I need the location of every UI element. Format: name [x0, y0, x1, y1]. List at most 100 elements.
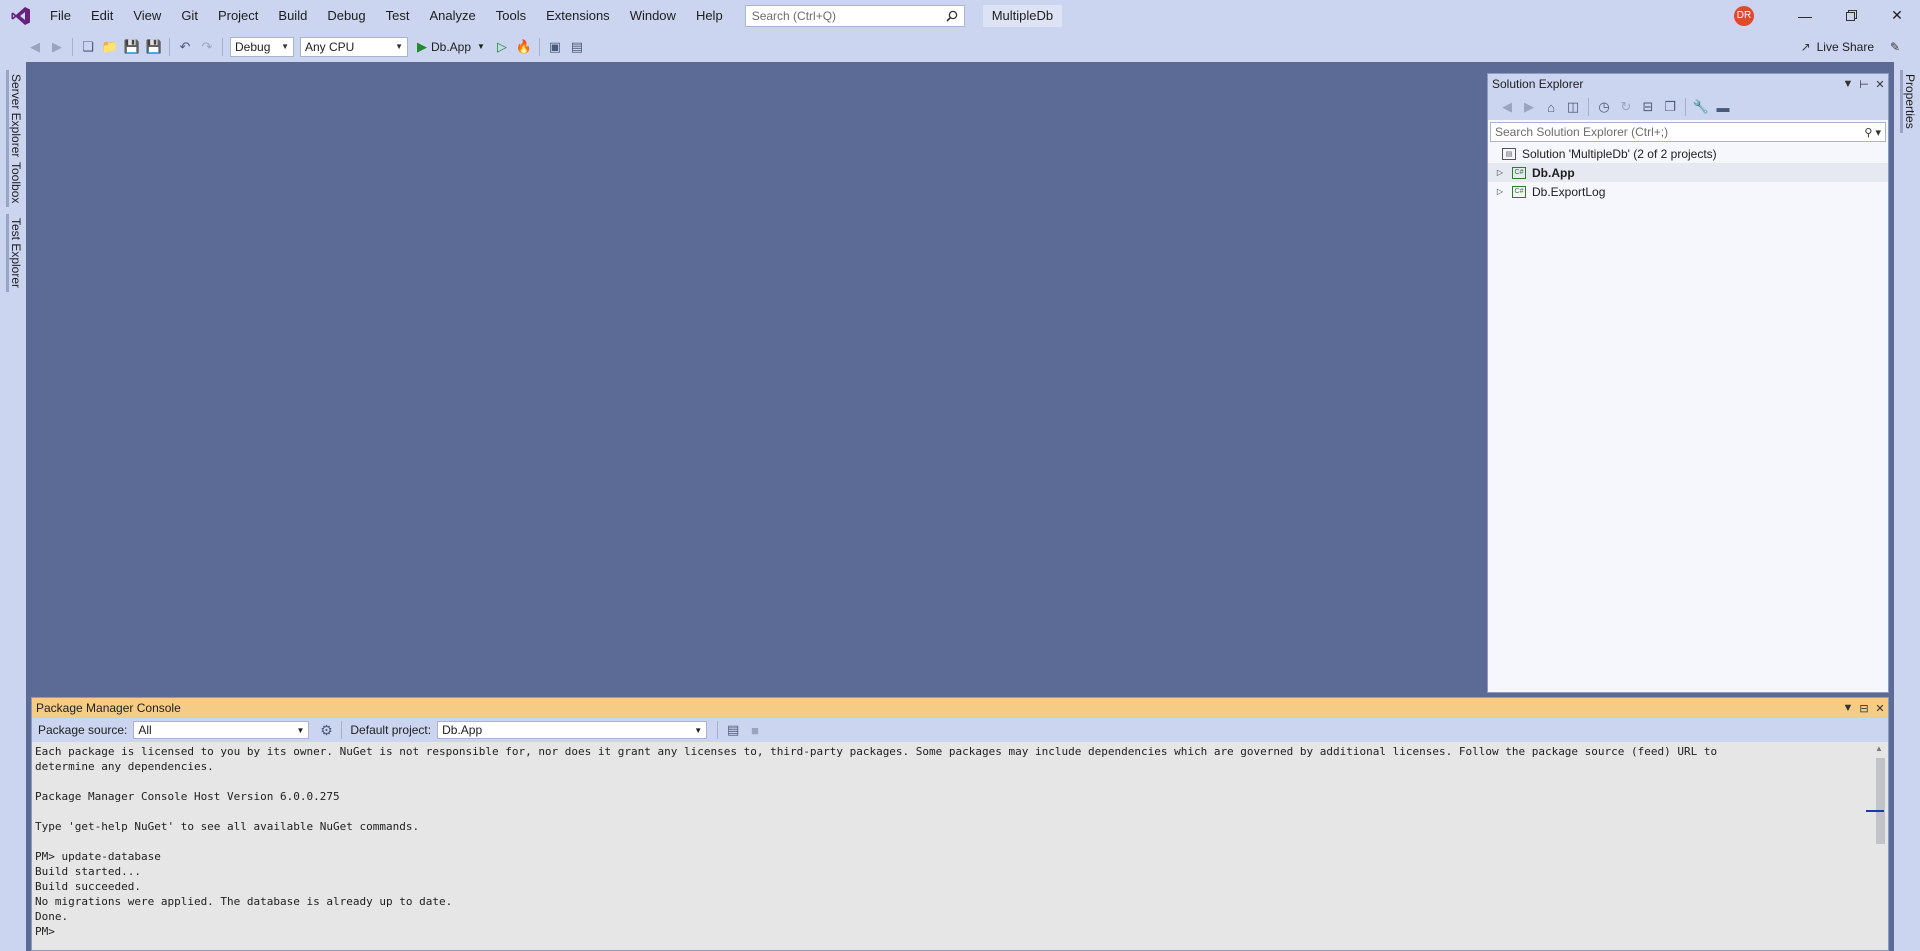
window-position-icon[interactable]: ▼: [1840, 78, 1856, 90]
package-manager-console-title: Package Manager Console: [36, 701, 181, 715]
undo-icon[interactable]: ↶: [174, 36, 196, 58]
chevron-down-icon: ▼: [296, 725, 305, 735]
close-icon[interactable]: ✕: [1872, 78, 1888, 91]
menu-item-project[interactable]: Project: [208, 0, 268, 31]
search-placeholder: Search (Ctrl+Q): [751, 8, 837, 23]
solution-platform-dropdown[interactable]: Any CPU ▼: [300, 36, 408, 57]
menu-item-extensions[interactable]: Extensions: [536, 0, 620, 31]
start-debugging-button[interactable]: ▶ Db.App ▼: [417, 39, 485, 55]
standard-toolbar: ◀ ▶ ❏ 📁 💾 💾 ↶ ↷ Debug ▼ Any CPU ▼ ▶ Db.A…: [0, 31, 1920, 62]
menu-item-analyze[interactable]: Analyze: [419, 0, 485, 31]
expand-arrow-icon[interactable]: ▷: [1494, 168, 1506, 177]
package-source-value: All: [138, 723, 152, 737]
back-icon[interactable]: ◀: [1496, 96, 1518, 118]
chevron-down-icon: ▼: [281, 42, 289, 51]
feedback-icon[interactable]: ✎: [1884, 36, 1906, 58]
chevron-down-icon: ▼: [694, 725, 703, 735]
package-source-dropdown[interactable]: All ▼: [133, 721, 310, 739]
user-avatar[interactable]: DR: [1734, 5, 1754, 26]
close-icon[interactable]: ✕: [1872, 702, 1888, 715]
search-input[interactable]: Search (Ctrl+Q): [744, 4, 965, 27]
home-icon[interactable]: ⌂: [1540, 96, 1562, 118]
server-explorer-tab[interactable]: Server Explorer: [6, 70, 23, 162]
toolbar-separator: [222, 37, 223, 56]
console-line: Done.: [35, 910, 69, 923]
menu-item-window[interactable]: Window: [620, 0, 686, 31]
menu-item-view[interactable]: View: [123, 0, 171, 31]
default-project-dropdown[interactable]: Db.App ▼: [437, 721, 708, 739]
scroll-up-icon[interactable]: ▲: [1875, 744, 1883, 753]
search-icon: ⚲ ▾: [1864, 126, 1881, 139]
minimize-icon[interactable]: —: [1782, 0, 1828, 31]
default-project-value: Db.App: [442, 723, 483, 737]
project-label: Db.App: [1532, 165, 1575, 180]
solution-node-label: Solution 'MultipleDb' (2 of 2 projects): [1522, 146, 1717, 161]
test-explorer-tab[interactable]: Test Explorer: [6, 214, 23, 293]
solution-tree: ▤ Solution 'MultipleDb' (2 of 2 projects…: [1488, 144, 1888, 201]
console-line: PM> update-database: [35, 850, 161, 863]
solution-explorer-header: Solution Explorer ▼ ⊢ ✕: [1488, 74, 1888, 94]
dock-icon[interactable]: ⊟: [1856, 702, 1872, 715]
clear-console-icon[interactable]: ▤: [722, 719, 744, 741]
menu-item-debug[interactable]: Debug: [317, 0, 375, 31]
open-folder-icon[interactable]: 📁: [99, 36, 121, 58]
solution-node[interactable]: ▤ Solution 'MultipleDb' (2 of 2 projects…: [1488, 144, 1888, 163]
console-scrollbar[interactable]: ▲: [1866, 744, 1886, 950]
settings-gear-icon[interactable]: ⚙: [315, 719, 337, 741]
layout-icon[interactable]: ▤: [566, 36, 588, 58]
start-without-debugging-icon[interactable]: ▷: [491, 36, 513, 58]
browser-link-icon[interactable]: ▣: [544, 36, 566, 58]
save-icon[interactable]: 💾: [121, 36, 143, 58]
right-tool-strip: Properties: [1894, 62, 1920, 951]
menu-item-help[interactable]: Help: [686, 0, 733, 31]
title-right-controls: DR — ✕: [1734, 0, 1920, 31]
new-project-icon[interactable]: ❏: [77, 36, 99, 58]
preview-icon[interactable]: ▬: [1712, 96, 1734, 118]
package-manager-console-toolbar: Package source: All ▼ ⚙ Default project:…: [32, 718, 1888, 742]
close-icon[interactable]: ✕: [1874, 0, 1920, 31]
configuration-value: Debug: [235, 39, 271, 54]
hot-reload-icon[interactable]: 🔥: [513, 36, 535, 58]
toolbar-separator: [1685, 98, 1686, 116]
sync-icon[interactable]: ↻: [1615, 96, 1637, 118]
menu-item-file[interactable]: File: [40, 0, 81, 31]
live-share-button[interactable]: ↗ Live Share: [1801, 31, 1874, 62]
solution-explorer-search-input[interactable]: Search Solution Explorer (Ctrl+;) ⚲ ▾: [1490, 122, 1886, 142]
toolbar-separator: [717, 721, 719, 739]
properties-tab[interactable]: Properties: [1900, 70, 1917, 133]
menu-item-edit[interactable]: Edit: [81, 0, 123, 31]
window-position-icon[interactable]: ▼: [1840, 702, 1856, 714]
menu-item-build[interactable]: Build: [268, 0, 317, 31]
package-manager-console-header: Package Manager Console ▼ ⊟ ✕: [32, 698, 1888, 718]
menu-item-git[interactable]: Git: [171, 0, 208, 31]
scrollbar-thumb[interactable]: [1876, 758, 1885, 844]
csharp-project-icon: C#: [1512, 166, 1526, 179]
console-output[interactable]: Each package is licensed to you by its o…: [34, 744, 1870, 950]
toolbox-tab[interactable]: Toolbox: [6, 158, 23, 208]
switch-views-icon[interactable]: ◫: [1562, 96, 1584, 118]
project-node-db-app[interactable]: ▷ C# Db.App: [1488, 163, 1888, 182]
menu-item-tools[interactable]: Tools: [486, 0, 536, 31]
solution-name-badge[interactable]: MultipleDb: [982, 4, 1063, 27]
visual-studio-logo-icon[interactable]: [6, 0, 36, 31]
pending-changes-filter-icon[interactable]: ◷: [1593, 96, 1615, 118]
expand-arrow-icon[interactable]: ▷: [1494, 187, 1506, 196]
properties-wrench-icon[interactable]: 🔧: [1690, 96, 1712, 118]
navigate-forward-icon[interactable]: ▶: [46, 36, 68, 58]
restore-icon[interactable]: [1828, 0, 1874, 31]
save-all-icon[interactable]: 💾: [143, 36, 165, 58]
chevron-down-icon: ▼: [395, 42, 403, 51]
menu-item-test[interactable]: Test: [376, 0, 420, 31]
show-all-files-icon[interactable]: ❐: [1659, 96, 1681, 118]
project-node-db-exportlog[interactable]: ▷ C# Db.ExportLog: [1488, 182, 1888, 201]
redo-icon[interactable]: ↷: [196, 36, 218, 58]
collapse-all-icon[interactable]: ⊟: [1637, 96, 1659, 118]
pin-icon[interactable]: ⊢: [1856, 78, 1872, 91]
solution-configuration-dropdown[interactable]: Debug ▼: [230, 36, 294, 57]
forward-icon[interactable]: ▶: [1518, 96, 1540, 118]
navigate-back-icon[interactable]: ◀: [24, 36, 46, 58]
toolbar-separator: [72, 37, 73, 56]
chevron-down-icon[interactable]: ▼: [477, 42, 485, 51]
stop-command-icon[interactable]: ■: [744, 719, 766, 741]
